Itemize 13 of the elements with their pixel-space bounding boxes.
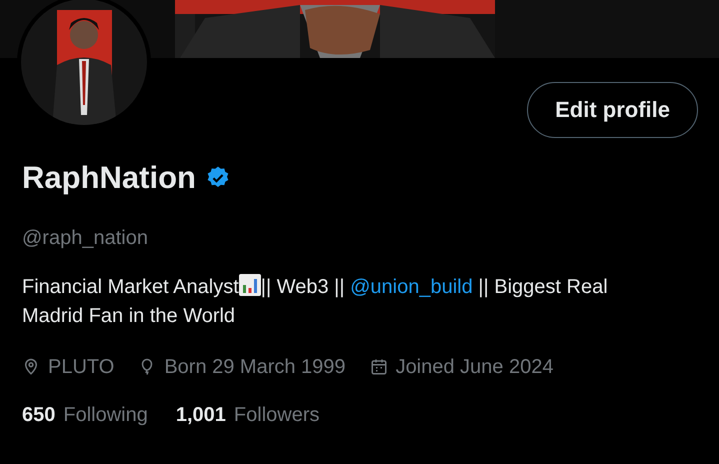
username-handle: @raph_nation (22, 226, 149, 251)
bio-text: Financial Market Analyst || Web3 || @union_build || Biggest Real Madrid Fan in the World (22, 273, 609, 329)
calendar-icon (370, 358, 388, 376)
follow-count-link[interactable]: 650 Following (22, 404, 148, 427)
join-date-text: Joined June 2024 (396, 356, 554, 378)
mention-link[interactable]: @union_build (350, 276, 473, 298)
birth-date-text: Born 29 March 1999 (164, 356, 346, 378)
follow-count-link[interactable]: 1,001 Followers (176, 404, 320, 427)
location-text: PLUTO (48, 356, 114, 378)
edit-profile-button[interactable]: Edit profile (527, 82, 698, 138)
display-name: RaphNation (22, 160, 196, 196)
bar-chart-icon (238, 274, 261, 296)
location-pin-icon (22, 358, 40, 376)
